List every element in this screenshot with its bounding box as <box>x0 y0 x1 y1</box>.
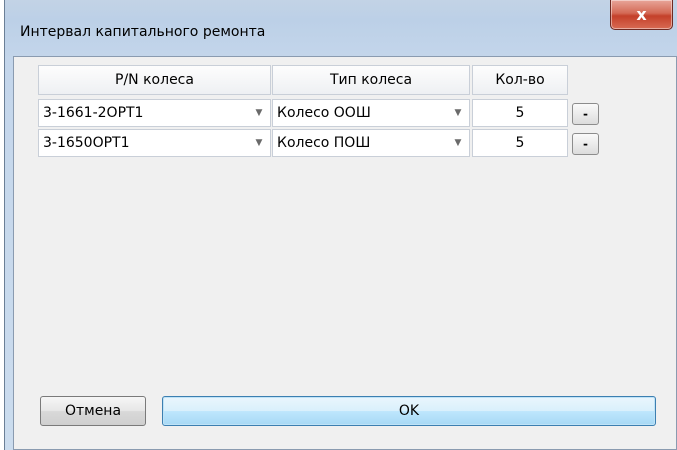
type-value: Колесо ПОШ <box>277 135 371 151</box>
pn-value: 3-1650OPT1 <box>43 135 130 151</box>
column-header-qty: Кол-во <box>472 65 568 95</box>
table-row-type-select[interactable]: Колесо ООШ ▼ <box>272 99 470 127</box>
pn-value: 3-1661-2OPT1 <box>43 105 144 121</box>
title-bar: Интервал капитального ремонта x <box>5 0 677 56</box>
ok-button[interactable]: OK <box>162 396 656 426</box>
chevron-down-icon[interactable]: ▼ <box>447 130 469 156</box>
column-header-pn: P/N колеса <box>38 65 271 95</box>
chevron-down-icon[interactable]: ▼ <box>248 100 270 126</box>
cancel-button[interactable]: Отмена <box>40 396 146 426</box>
column-header-type: Тип колеса <box>272 65 470 95</box>
remove-row-button[interactable]: - <box>572 103 599 125</box>
chevron-down-icon[interactable]: ▼ <box>447 100 469 126</box>
table-row-type-select[interactable]: Колесо ПОШ ▼ <box>272 129 470 157</box>
remove-row-button[interactable]: - <box>572 133 599 155</box>
type-value: Колесо ООШ <box>277 105 371 121</box>
dialog-body: P/N колеса Тип колеса Кол-во 3-1661-2OPT… <box>13 56 677 450</box>
close-button[interactable]: x <box>610 0 673 30</box>
qty-field[interactable]: 5 <box>472 99 568 127</box>
table-row-pn-select[interactable]: 3-1661-2OPT1 ▼ <box>38 99 271 127</box>
close-icon: x <box>636 5 647 24</box>
table-row-pn-select[interactable]: 3-1650OPT1 ▼ <box>38 129 271 157</box>
window-title: Интервал капитального ремонта <box>20 24 266 40</box>
chevron-down-icon[interactable]: ▼ <box>248 130 270 156</box>
qty-field[interactable]: 5 <box>472 129 568 157</box>
wheels-table: P/N колеса Тип колеса Кол-во 3-1661-2OPT… <box>38 65 632 181</box>
